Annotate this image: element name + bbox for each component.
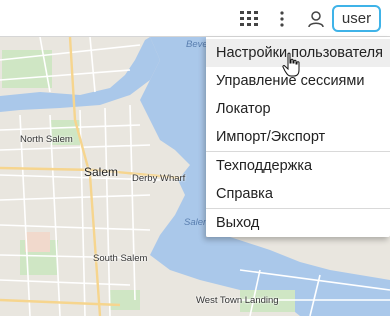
apps-button[interactable]: [236, 5, 262, 33]
top-toolbar: user: [0, 0, 390, 37]
menu-item-support[interactable]: Техподдержка: [206, 152, 390, 180]
hand-pointer-cursor-icon: [282, 52, 300, 77]
menu-item-import-export[interactable]: Импорт/Экспорт: [206, 123, 390, 151]
map-label-salem: Salem: [84, 165, 119, 179]
urban-area: [25, 232, 50, 252]
map-label-water-beverly: Beve: [186, 39, 208, 50]
more-vertical-icon: [280, 11, 284, 27]
user-profile-button[interactable]: [304, 5, 328, 33]
grid-apps-icon: [240, 11, 258, 26]
user-profile-icon: [308, 11, 324, 28]
user-menu-button[interactable]: user: [332, 5, 381, 32]
menu-item-logout[interactable]: Выход: [206, 209, 390, 237]
map-label-north-salem: North Salem: [20, 134, 73, 145]
map-label-derby-wharf: Derby Wharf: [132, 173, 186, 184]
more-options-button[interactable]: [272, 5, 292, 33]
map-label-south-salem: South Salem: [93, 253, 148, 264]
menu-item-locator[interactable]: Локатор: [206, 95, 390, 123]
map-label-west-town-landing: West Town Landing: [196, 295, 279, 306]
menu-item-help[interactable]: Справка: [206, 180, 390, 208]
